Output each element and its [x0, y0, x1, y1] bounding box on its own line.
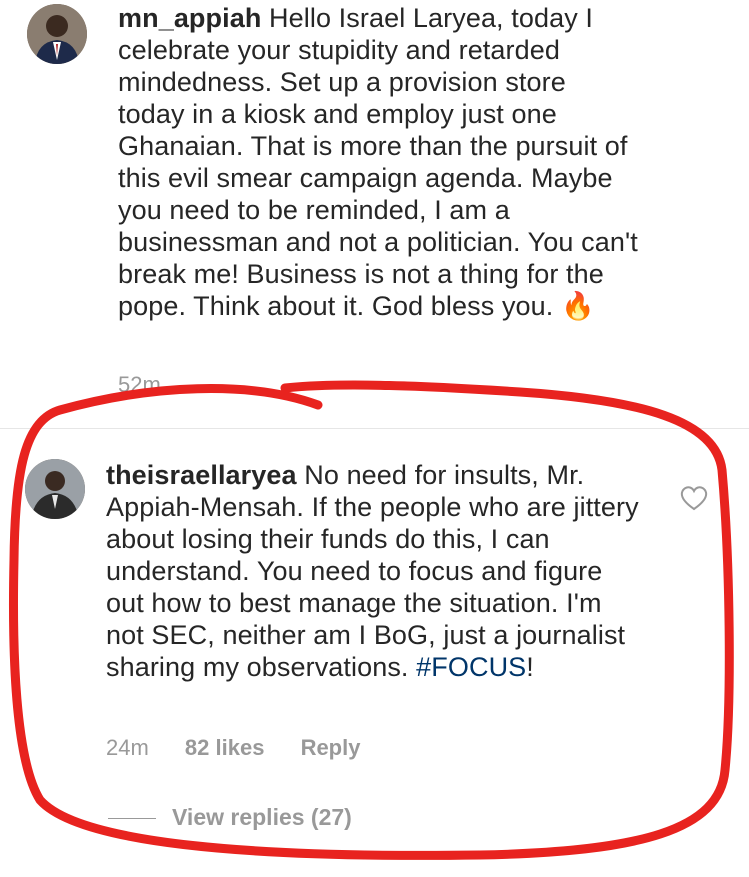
comment-timestamp: 52m [118, 372, 161, 392]
heart-icon[interactable] [680, 485, 708, 511]
comment-text: No need for insults, Mr. Appiah-Mensah. … [106, 460, 639, 682]
comment-meta: 24m 82 likes Reply [106, 735, 390, 761]
likes-count[interactable]: 82 likes [185, 735, 265, 760]
hashtag-link[interactable]: #FOCUS [416, 652, 526, 682]
comment-timestamp: 24m [106, 735, 149, 760]
comment-text: Hello Israel Laryea, today I celebrate y… [118, 3, 638, 321]
reply-button[interactable]: Reply [301, 735, 361, 760]
view-replies-button[interactable]: View replies (27) [108, 804, 352, 831]
username-mn-appiah[interactable]: mn_appiah [118, 3, 261, 33]
divider [0, 428, 749, 429]
avatar-mn-appiah[interactable] [27, 4, 87, 64]
avatar-theisraellaryea[interactable] [25, 459, 85, 519]
view-replies-label: View replies (27) [172, 804, 352, 830]
comment-body-mn-appiah: mn_appiah Hello Israel Laryea, today I c… [118, 2, 638, 322]
fire-emoji-icon: 🔥 [561, 291, 595, 321]
replies-divider-line [108, 818, 156, 820]
username-theisraellaryea[interactable]: theisraellaryea [106, 460, 297, 490]
comment-trailing: ! [526, 652, 534, 682]
comment-body-theisraellaryea: theisraellaryea No need for insults, Mr.… [106, 459, 646, 683]
